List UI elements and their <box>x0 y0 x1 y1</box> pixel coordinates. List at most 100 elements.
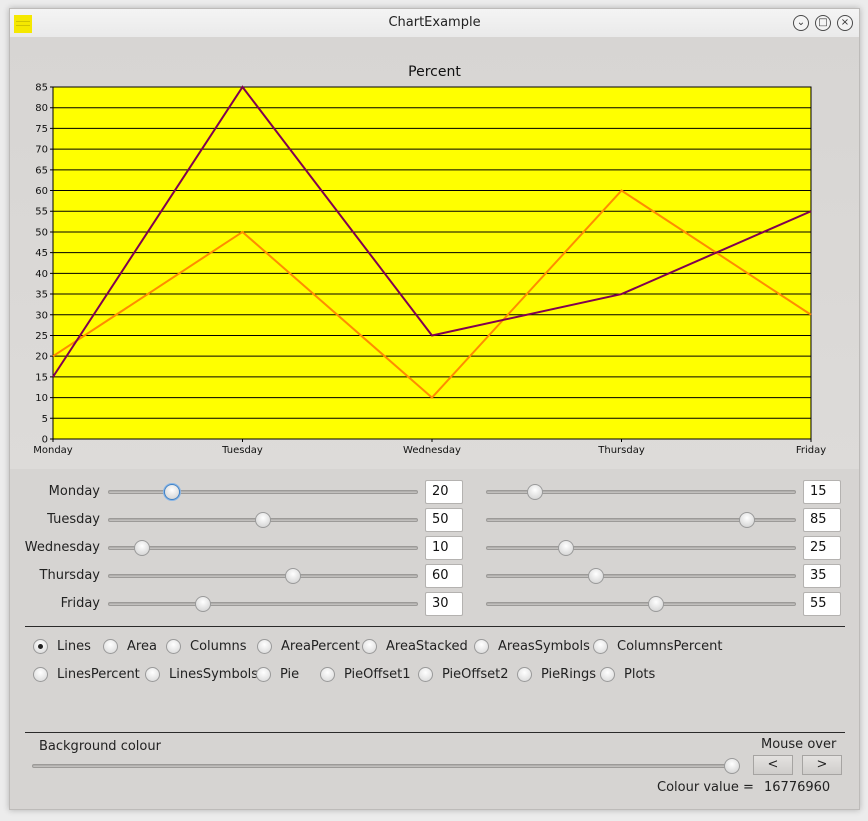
radio-label: AreaStacked <box>386 639 468 654</box>
y-tick-label: 30 <box>35 310 48 321</box>
value-field-right-thursday[interactable]: 35 <box>803 564 841 588</box>
slider-label-tuesday: Tuesday <box>47 512 100 527</box>
x-tick-label: Thursday <box>597 445 645 456</box>
slider-handle-right-tuesday[interactable] <box>738 512 755 528</box>
radio-indicator[interactable] <box>600 667 615 682</box>
slider-handle-left-tuesday[interactable] <box>255 512 271 528</box>
line-chart: 0 5 10 15 20 25 30 35 40 45 50 55 60 65 70 75 80 85 Monday… <box>33 83 826 457</box>
x-tick-label: Friday <box>796 445 826 456</box>
slider-left-wednesday[interactable] <box>108 546 418 550</box>
value-field-left-wednesday[interactable]: 10 <box>425 536 463 560</box>
radio-areassymbols[interactable]: AreasSymbols <box>474 639 590 654</box>
slider-label-wednesday: Wednesday <box>24 540 100 555</box>
background-colour-slider[interactable] <box>32 764 737 768</box>
slider-handle-left-thursday[interactable] <box>285 568 302 584</box>
radio-indicator[interactable] <box>418 667 433 682</box>
radio-label: PieOffset1 <box>344 667 411 682</box>
y-tick-label: 20 <box>35 352 48 363</box>
radio-pieoffset1[interactable]: PieOffset1 <box>320 667 411 682</box>
y-tick-label: 60 <box>35 186 48 197</box>
y-tick-label: 65 <box>35 165 48 176</box>
radio-label: PieOffset2 <box>442 667 509 682</box>
radio-indicator[interactable] <box>33 667 48 682</box>
radio-plots[interactable]: Plots <box>600 667 655 682</box>
slider-handle-right-monday[interactable] <box>527 484 544 500</box>
slider-handle-right-friday[interactable] <box>648 596 665 612</box>
slider-handle-left-friday[interactable] <box>194 596 211 612</box>
radio-indicator[interactable] <box>517 667 532 682</box>
radio-label: ColumnsPercent <box>617 639 723 654</box>
slider-left-friday[interactable] <box>108 602 418 606</box>
slider-right-thursday[interactable] <box>486 574 796 578</box>
radio-indicator[interactable] <box>256 667 271 682</box>
radio-label: Pie <box>280 667 300 682</box>
value-field-left-thursday[interactable]: 60 <box>425 564 463 588</box>
plot-area <box>52 86 812 440</box>
slider-left-thursday[interactable] <box>108 574 418 578</box>
value-field-right-wednesday[interactable]: 25 <box>803 536 841 560</box>
separator-top <box>25 626 845 627</box>
radio-indicator[interactable] <box>145 667 160 682</box>
radio-indicator[interactable] <box>257 639 272 654</box>
app-window: ChartExample ⌄ □ × Percent 0 5 10 15 20 25 30 3… <box>9 8 860 810</box>
radio-areastacked[interactable]: AreaStacked <box>362 639 468 654</box>
radio-indicator[interactable] <box>362 639 377 654</box>
radio-pie[interactable]: Pie <box>256 667 299 682</box>
radio-pierings[interactable]: PieRings <box>517 667 596 682</box>
radio-indicator[interactable] <box>320 667 335 682</box>
radio-label: LinesPercent <box>57 667 140 682</box>
colour-value-label: Colour value = <box>657 780 754 795</box>
value-field-right-tuesday[interactable]: 85 <box>803 508 841 532</box>
y-tick-label: 55 <box>35 207 48 218</box>
value-field-left-monday[interactable]: 20 <box>425 480 463 504</box>
radio-indicator[interactable] <box>103 639 118 654</box>
slider-handle-left-wednesday[interactable] <box>134 540 151 556</box>
slider-handle-left-monday[interactable] <box>164 484 181 500</box>
radio-indicator[interactable] <box>33 639 48 654</box>
colour-value: 16776960 <box>764 780 831 795</box>
value-field-right-friday[interactable]: 55 <box>803 592 841 616</box>
slider-handle-right-thursday[interactable] <box>587 568 604 584</box>
y-tick-label: 0 <box>42 435 48 446</box>
y-tick-label: 25 <box>35 331 48 342</box>
value-field-right-monday[interactable]: 15 <box>803 480 841 504</box>
radio-label: PieRings <box>541 667 597 682</box>
y-tick-label: 80 <box>35 103 48 114</box>
mouse-over-label: Mouse over <box>761 737 837 752</box>
radio-label: AreaPercent <box>281 639 360 654</box>
radio-label: Plots <box>624 667 656 682</box>
slider-right-wednesday[interactable] <box>486 546 796 550</box>
radio-label: Area <box>127 639 157 654</box>
slider-label-friday: Friday <box>60 596 100 611</box>
radio-label: AreasSymbols <box>498 639 590 654</box>
value-field-left-tuesday[interactable]: 50 <box>425 508 463 532</box>
radio-columns[interactable]: Columns <box>166 639 247 654</box>
y-tick-label: 45 <box>35 248 48 259</box>
radio-label: LinesSymbols <box>169 667 259 682</box>
radio-area[interactable]: Area <box>103 639 157 654</box>
background-colour-slider-handle[interactable] <box>724 758 741 774</box>
value-field-left-friday[interactable]: 30 <box>425 592 463 616</box>
radio-lines[interactable]: Lines <box>33 639 91 654</box>
y-tick-label: 40 <box>35 269 48 280</box>
slider-handle-right-wednesday[interactable] <box>557 540 574 556</box>
x-tick-label: Tuesday <box>221 445 263 456</box>
y-tick-label: 85 <box>35 83 48 94</box>
radio-areapercent[interactable]: AreaPercent <box>257 639 360 654</box>
radio-pieoffset2[interactable]: PieOffset2 <box>418 667 509 682</box>
slider-right-friday[interactable] <box>486 602 796 606</box>
next-button[interactable]: > <box>802 755 842 775</box>
radio-linessymbols[interactable]: LinesSymbols <box>145 667 258 682</box>
slider-left-monday[interactable] <box>108 490 418 494</box>
radio-indicator[interactable] <box>593 639 608 654</box>
radio-indicator[interactable] <box>474 639 489 654</box>
radio-columnspercent[interactable]: ColumnsPercent <box>593 639 722 654</box>
previous-button[interactable]: < <box>753 755 793 775</box>
y-tick-label: 35 <box>35 290 48 301</box>
background-colour-label: Background colour <box>39 739 161 754</box>
x-tick-label: Wednesday <box>403 445 461 456</box>
radio-indicator[interactable] <box>166 639 181 654</box>
radio-linespercent[interactable]: LinesPercent <box>33 667 140 682</box>
y-tick-label: 15 <box>35 372 48 383</box>
radio-label: Columns <box>190 639 247 654</box>
